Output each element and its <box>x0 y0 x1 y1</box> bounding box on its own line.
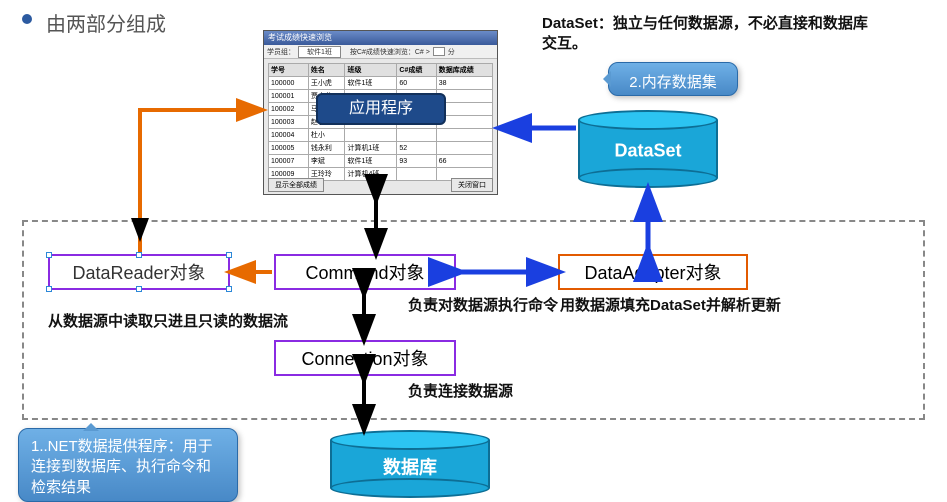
database-label: 数据库 <box>330 454 490 480</box>
dataset-label: DataSet <box>578 141 718 162</box>
table-header: 姓名 <box>308 64 345 77</box>
table-row: 100004杜小 <box>269 129 493 142</box>
toolbar-label-right: 按C#成绩快速浏览：C# > <box>350 47 430 57</box>
callout-memory-dataset: 2.内存数据集 <box>608 62 738 96</box>
command-box: Command对象 <box>274 254 456 290</box>
table-header: 班级 <box>345 64 397 77</box>
datareader-box: DataReader对象 <box>48 254 230 290</box>
app-window: 考试成绩快速浏览 学员组： 软件1班 按C#成绩快速浏览：C# > 分 学号姓名… <box>263 30 498 195</box>
command-label: Command对象 <box>305 259 424 285</box>
table-header: C#成绩 <box>397 64 436 77</box>
toolbar-unit: 分 <box>448 47 455 57</box>
table-row: 100007李斌软件1班9366 <box>269 155 493 168</box>
table-row: 100005钱永利计算机1班52 <box>269 142 493 155</box>
table-header: 数据库成绩 <box>436 64 492 77</box>
connection-note: 负责连接数据源 <box>408 382 513 402</box>
table-row: 100000王小虎软件1班6038 <box>269 77 493 90</box>
toolbar-input-score[interactable] <box>433 47 445 56</box>
close-button[interactable]: 关闭窗口 <box>451 178 493 192</box>
app-badge: 应用程序 <box>316 93 446 125</box>
app-titlebar: 考试成绩快速浏览 <box>264 31 497 45</box>
database-cylinder: 数据库 <box>330 430 490 498</box>
page-title: 由两部分组成 <box>46 8 166 37</box>
app-toolbar: 学员组： 软件1班 按C#成绩快速浏览：C# > 分 <box>264 45 497 59</box>
bullet-icon <box>22 14 32 24</box>
toolbar-label-left: 学员组： <box>267 47 295 57</box>
dataadapter-label: DataAdapter对象 <box>584 259 721 285</box>
command-note: 负责对数据源执行命令 <box>408 296 558 316</box>
table-header: 学号 <box>269 64 309 77</box>
dataadapter-box: DataAdapter对象 <box>558 254 748 290</box>
show-all-button[interactable]: 显示全部成绩 <box>268 178 324 192</box>
dataset-description: DataSet：独立与任何数据源，不必直接和数据库交互。 <box>542 14 882 53</box>
connection-box: Connection对象 <box>274 340 456 376</box>
callout-net-provider: 1..NET数据提供程序：用于连接到数据库、执行命令和检索结果 <box>18 428 238 502</box>
reader-note: 从数据源中读取只进且只读的数据流 <box>48 312 288 332</box>
toolbar-select-class[interactable]: 软件1班 <box>298 46 341 58</box>
datareader-label: DataReader对象 <box>72 259 205 285</box>
adapter-note: 用数据源填充DataSet并解析更新 <box>560 296 781 316</box>
dataset-cylinder: DataSet <box>578 110 718 188</box>
connection-label: Connection对象 <box>301 345 428 371</box>
